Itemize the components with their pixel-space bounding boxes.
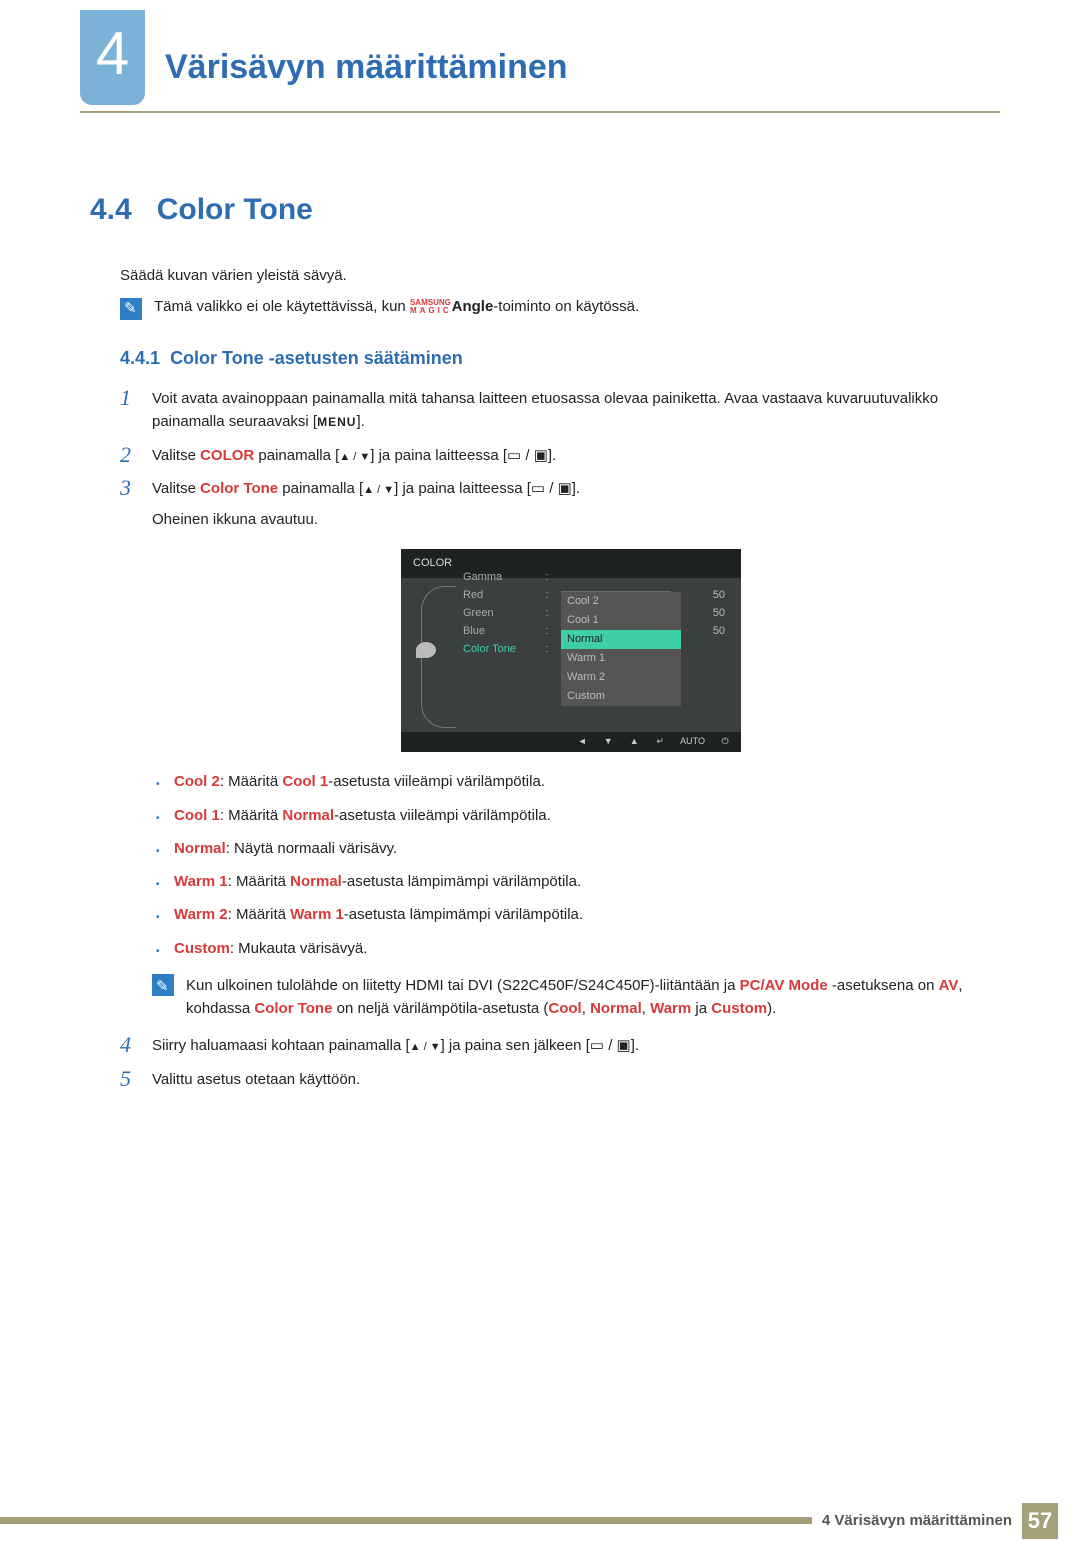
- list-item: Cool 1: Määritä Normal-asetusta viileämp…: [156, 804, 990, 827]
- list-item: Normal: Näytä normaali värisävy.: [156, 837, 990, 860]
- section-number: 4.4: [90, 193, 132, 226]
- step-2: 2 Valitse COLOR painamalla [▲ / ▼] ja pa…: [120, 444, 990, 467]
- down-icon: ▼: [602, 735, 614, 749]
- list-item: Cool 2: Määritä Cool 1-asetusta viileämp…: [156, 770, 990, 793]
- note-text: Kun ulkoinen tulolähde on liitetty HDMI …: [186, 974, 990, 1021]
- osd-row-selected: Color Tone: Cool 2 Cool 1 Normal Warm 1 …: [463, 640, 729, 658]
- osd-option: Warm 2: [561, 668, 681, 687]
- enter-icon: ▭ / ▣: [507, 447, 548, 464]
- section-title: 4.4 Color Tone: [90, 193, 990, 227]
- section-intro: Säädä kuvan värien yleistä sävyä.: [120, 267, 990, 284]
- left-icon: ◄: [576, 735, 588, 749]
- step-body: Valitse Color Tone painamalla [▲ / ▼] ja…: [152, 477, 990, 1021]
- step-5: 5 Valittu asetus otetaan käyttöön.: [120, 1068, 990, 1091]
- info-note: Kun ulkoinen tulolähde on liitetty HDMI …: [152, 974, 990, 1021]
- osd-option: Cool 2: [561, 592, 681, 611]
- enter-icon: ▭ / ▣: [531, 480, 572, 497]
- osd-option-highlighted: Normal: [561, 630, 681, 649]
- note-icon: [152, 974, 174, 996]
- palette-icon: [416, 642, 436, 658]
- osd-option: Custom: [561, 687, 681, 706]
- osd-option: Warm 1: [561, 649, 681, 668]
- header-rule: [80, 111, 1000, 113]
- up-down-icon: ▲ / ▼: [410, 1041, 441, 1053]
- up-down-icon: ▲ / ▼: [339, 451, 370, 463]
- option-bullets: Cool 2: Määritä Cool 1-asetusta viileämp…: [152, 770, 990, 960]
- note-icon: [120, 298, 142, 320]
- page-footer: 4 Värisävyn määrittäminen 57: [0, 1501, 1080, 1541]
- steps: 1 Voit avata avainoppaan painamalla mitä…: [120, 387, 990, 1091]
- menu-label: MENU: [317, 415, 356, 429]
- info-note: Tämä valikko ei ole käytettävissä, kun S…: [120, 298, 990, 320]
- up-down-icon: ▲ / ▼: [363, 484, 394, 496]
- step-number: 5: [120, 1068, 138, 1091]
- section-name: Color Tone: [157, 193, 313, 226]
- step-number: 4: [120, 1034, 138, 1057]
- osd-row: Gamma:: [463, 568, 729, 586]
- osd-screenshot: COLOR Red:50 Green:50 Blue:50 Color Tone…: [152, 549, 990, 752]
- subsection-title: 4.4.1 Color Tone -asetusten säätäminen: [120, 348, 990, 369]
- up-icon: ▲: [628, 735, 640, 749]
- list-item: Custom: Mukauta värisävyä.: [156, 937, 990, 960]
- step-body: Valittu asetus otetaan käyttöön.: [152, 1068, 360, 1091]
- power-icon: ⏻: [719, 735, 731, 749]
- samsung-magic-brand: SAMSUNGMAGIC: [410, 299, 452, 315]
- step-1: 1 Voit avata avainoppaan painamalla mitä…: [120, 387, 990, 434]
- chapter-title: Värisävyn määrittäminen: [165, 10, 568, 87]
- note-text: Tämä valikko ei ole käytettävissä, kun S…: [154, 298, 639, 315]
- step-body: Voit avata avainoppaan painamalla mitä t…: [152, 387, 990, 434]
- step-number: 2: [120, 444, 138, 467]
- enter-icon: ↵: [654, 735, 666, 749]
- chapter-number: 4: [96, 19, 129, 88]
- page-content: 4.4 Color Tone Säädä kuvan värien yleist…: [0, 153, 1080, 1141]
- page-number: 57: [1022, 1503, 1058, 1539]
- enter-icon: ▭ / ▣: [590, 1037, 631, 1054]
- osd-option-list: Cool 2 Cool 1 Normal Warm 1 Warm 2 Custo…: [561, 592, 681, 706]
- step-body: Valitse COLOR painamalla [▲ / ▼] ja pain…: [152, 444, 556, 467]
- osd-footer: ◄ ▼ ▲ ↵ AUTO ⏻: [401, 732, 741, 752]
- osd-option: Cool 1: [561, 611, 681, 630]
- step-4: 4 Siirry haluamaasi kohtaan painamalla […: [120, 1034, 990, 1057]
- auto-label: AUTO: [680, 735, 705, 749]
- list-item: Warm 2: Määritä Warm 1-asetusta lämpimäm…: [156, 903, 990, 926]
- page-header: 4 Värisävyn määrittäminen: [0, 0, 1080, 105]
- step-number: 1: [120, 387, 138, 434]
- step-number: 3: [120, 477, 138, 1021]
- step-body: Siirry haluamaasi kohtaan painamalla [▲ …: [152, 1034, 639, 1057]
- footer-rule: [0, 1517, 812, 1524]
- chapter-badge: 4: [80, 10, 145, 105]
- list-item: Warm 1: Määritä Normal-asetusta lämpimäm…: [156, 870, 990, 893]
- step-3: 3 Valitse Color Tone painamalla [▲ / ▼] …: [120, 477, 990, 1021]
